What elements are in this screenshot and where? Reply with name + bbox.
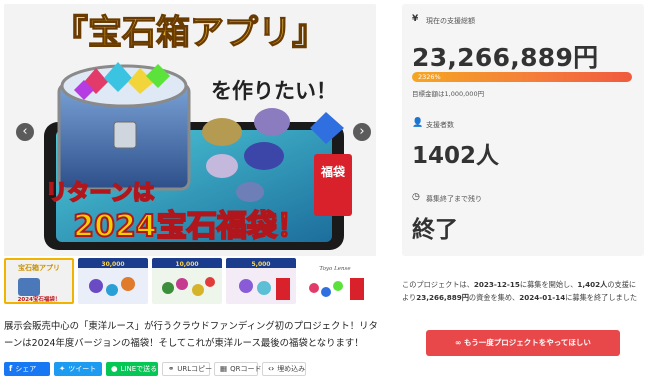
thumbnail-5[interactable]: Toyo Lense (300, 258, 370, 304)
infinity-icon: ∞ (455, 338, 464, 347)
yen-icon: ¥ (412, 14, 419, 24)
remaining-label: 募集終了まで残り (426, 195, 482, 203)
facebook-share-button[interactable]: f シェア (4, 362, 50, 376)
hero-subtitle: を作りたい！ (211, 79, 337, 103)
progress-percent: 2326% (418, 73, 441, 81)
svg-text:Toyo Lense: Toyo Lense (319, 266, 351, 272)
qr-code-button[interactable]: ▦ QRコード (214, 362, 261, 376)
remaining-value: 終了 (412, 217, 458, 243)
supporters-label: 支援者数 (426, 121, 454, 129)
line-share-button[interactable]: ● LINEで送る (106, 362, 158, 376)
embed-button[interactable]: ‹› 埋め込み (262, 362, 306, 376)
thumbnail-3[interactable]: 10,000 (152, 258, 222, 304)
request-again-button[interactable]: ∞ もう一度プロジェクトをやってほしい (426, 330, 620, 356)
total-amount: 23,266,889円 (412, 43, 599, 72)
hero-main-text: 2024宝石福袋！ (73, 209, 307, 244)
svg-text:2024宝石福袋！: 2024宝石福袋！ (18, 295, 61, 303)
thumbnail-4[interactable]: 5,000 (226, 258, 296, 304)
twitter-icon: ✦ (59, 364, 66, 373)
line-icon: ● (111, 364, 118, 373)
hero-return-text: リターンは (46, 181, 155, 206)
project-description: 展示会販売中心の「東洋ルース」が行うクラウドファンディング初のプロジェクト！リタ… (4, 321, 378, 349)
facebook-icon: f (9, 364, 13, 373)
code-icon: ‹› (268, 364, 275, 373)
funding-stats-panel: ¥ 現在の支援総額 23,266,889円 2326% 目標金額は1,000,0… (402, 4, 644, 256)
project-summary: このプロジェクトは、2023-12-15に募集を開始し、1,402人の支援により… (402, 280, 638, 302)
link-icon: ⚭ (168, 364, 175, 373)
fukubukuro-label: 福袋 (320, 164, 346, 179)
goal-amount: 目標金額は1,000,000円 (412, 90, 485, 98)
total-label: 現在の支援総額 (426, 17, 475, 25)
svg-text:10,000: 10,000 (175, 261, 198, 268)
thumbnail-strip: 宝石箱アプリ 2024宝石福袋！ 30,000 10,000 5,000 Toy… (4, 258, 376, 304)
thumbnail-1[interactable]: 宝石箱アプリ 2024宝石福袋！ (4, 258, 74, 304)
supporters-count: 1402人 (412, 143, 500, 169)
person-icon: 👤 (412, 118, 424, 128)
project-hero-image: 福袋 『宝石箱アプリ』 を作りたい！ リターンは 2024宝石福袋！ ‹ › (4, 4, 376, 256)
carousel-prev-button[interactable]: ‹ (16, 123, 34, 141)
clock-icon: ◷ (412, 192, 420, 202)
hero-title: 『宝石箱アプリ』 (54, 13, 326, 53)
carousel-next-button[interactable]: › (353, 123, 371, 141)
svg-text:宝石箱アプリ: 宝石箱アプリ (18, 263, 60, 272)
share-buttons: f シェア ✦ ツイート ● LINEで送る ⚭ URLコピー ▦ QRコード … (4, 362, 306, 376)
thumbnail-2[interactable]: 30,000 (78, 258, 148, 304)
svg-text:5,000: 5,000 (252, 261, 271, 268)
url-copy-button[interactable]: ⚭ URLコピー (162, 362, 212, 376)
svg-text:30,000: 30,000 (101, 261, 124, 268)
qr-code-icon: ▦ (220, 364, 228, 373)
twitter-share-button[interactable]: ✦ ツイート (54, 362, 102, 376)
progress-bar: 2326% (412, 72, 632, 82)
